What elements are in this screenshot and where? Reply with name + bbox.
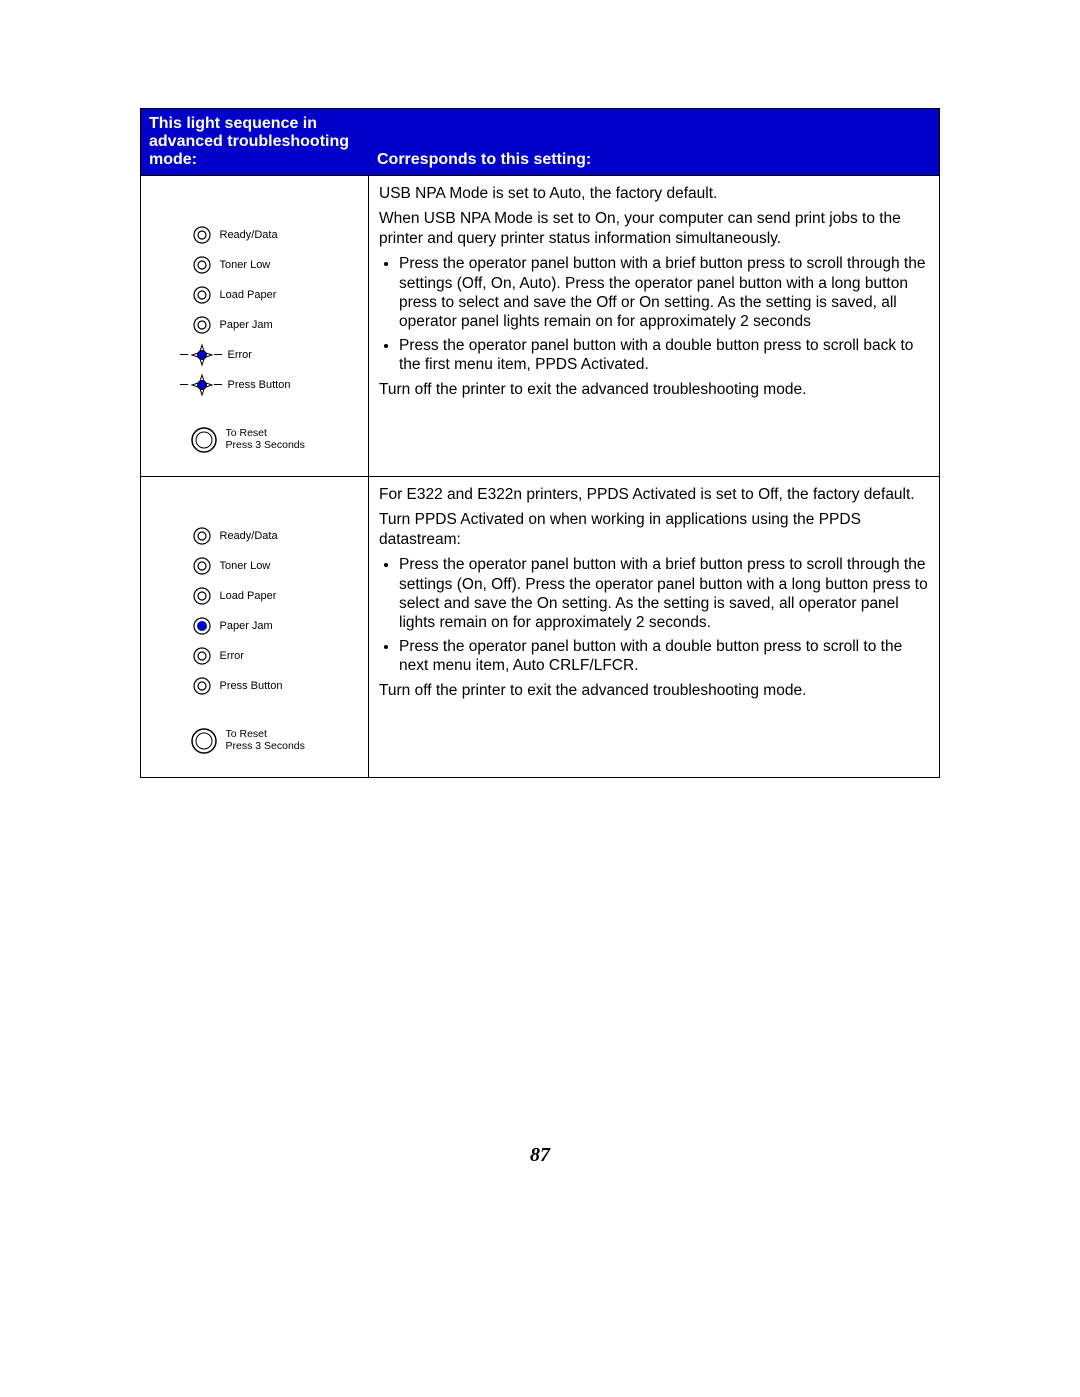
list-item: Press the operator panel button with a d… [399,336,929,375]
setting-description-cell: For E322 and E322n printers, PPDS Activa… [369,477,939,777]
paragraph: USB NPA Mode is set to Auto, the factory… [379,184,929,203]
led-flashing-icon [190,343,214,367]
paragraph: For E322 and E322n printers, PPDS Activa… [379,485,929,504]
bullet-list: Press the operator panel button with a b… [379,254,929,374]
paragraph: Turn off the printer to exit the advance… [379,681,929,700]
led-off-icon [190,644,214,668]
light-label: Error [220,650,244,662]
paragraph: Turn off the printer to exit the advance… [379,380,929,399]
page-number: 87 [0,1144,1080,1167]
list-item: Press the operator panel button with a b… [399,254,929,332]
paragraph: Turn PPDS Activated on when working in a… [379,510,929,549]
header-right: Corresponds to this setting: [369,109,939,175]
table-header-row: This light sequence in advanced troubles… [141,109,939,175]
light-label: Error [228,349,252,361]
led-off-icon [190,223,214,247]
light-sequence-cell: Ready/Data Toner Low Load Paper Paper Ja… [141,477,369,777]
led-off-icon [190,584,214,608]
led-off-icon [190,283,214,307]
light-label: Load Paper [220,289,277,301]
led-flashing-icon [190,373,214,397]
list-item: Press the operator panel button with a b… [399,555,929,633]
light-label: Toner Low [220,560,271,572]
setting-description-cell: USB NPA Mode is set to Auto, the factory… [369,176,939,476]
reset-label-2: Press 3 Seconds [226,741,305,753]
reset-button-icon [190,725,222,757]
list-item: Press the operator panel button with a d… [399,637,929,676]
header-right-label: Corresponds to this setting: [377,151,591,169]
reset-button-icon [190,424,222,456]
light-label: Paper Jam [220,620,273,632]
light-label: Paper Jam [220,319,273,331]
header-left: This light sequence in advanced troubles… [141,109,369,175]
led-off-icon [190,313,214,337]
troubleshooting-table: This light sequence in advanced troubles… [140,108,940,778]
light-sequence-cell: Ready/Data Toner Low Load Paper Paper Ja… [141,176,369,476]
led-off-icon [190,524,214,548]
light-label: Press Button [220,680,283,692]
led-on-icon [190,614,214,638]
led-off-icon [190,674,214,698]
light-label: Toner Low [220,259,271,271]
light-label: Ready/Data [220,229,278,241]
reset-label-2: Press 3 Seconds [226,440,305,452]
table-row: Ready/Data Toner Low Load Paper Paper Ja… [141,476,939,777]
led-off-icon [190,554,214,578]
table-row: Ready/Data Toner Low Load Paper Paper Ja… [141,175,939,476]
light-label: Press Button [228,379,291,391]
paragraph: When USB NPA Mode is set to On, your com… [379,209,929,248]
light-label: Ready/Data [220,530,278,542]
light-panel: Ready/Data Toner Low Load Paper Paper Ja… [190,220,320,456]
light-label: Load Paper [220,590,277,602]
bullet-list: Press the operator panel button with a b… [379,555,929,675]
light-panel: Ready/Data Toner Low Load Paper Paper Ja… [190,521,320,757]
led-off-icon [190,253,214,277]
